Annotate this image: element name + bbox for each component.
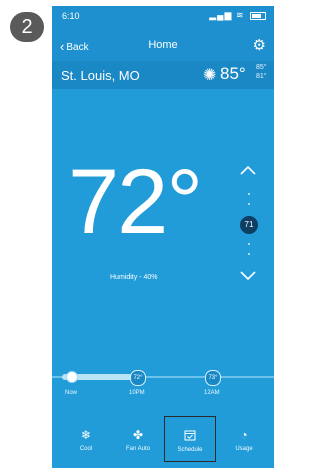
fan-icon: ✤ — [132, 428, 144, 442]
sun-icon: ✺ — [203, 67, 217, 84]
signal-icon: ▂▄▆ — [209, 10, 233, 20]
nav-schedule-button[interactable]: Schedule — [164, 416, 216, 462]
calendar-icon — [165, 429, 215, 443]
nav-fan-label: Fan Auto — [125, 446, 151, 452]
gauge-icon: ◔ — [240, 428, 248, 442]
status-time: 6:10 — [62, 11, 80, 21]
timeline-label: 12AM — [204, 390, 220, 396]
nav-cool-button[interactable]: ❄ Cool — [64, 416, 108, 462]
nav-usage-label: Usage — [235, 446, 253, 452]
nav-schedule-label: Schedule — [177, 447, 203, 453]
decrease-temperature-button[interactable] — [239, 268, 257, 286]
nav-usage-button[interactable]: ◔ Usage — [222, 416, 266, 462]
scale-dot — [248, 193, 250, 195]
outside-temperature: 85° — [220, 64, 246, 83]
setpoint-temperature: 72° — [68, 151, 203, 253]
gear-icon[interactable]: ⚙ — [253, 36, 266, 54]
city-name: St. Louis, MO — [61, 68, 140, 83]
scale-dot — [248, 203, 250, 205]
status-icons: ▂▄▆ ≋ — [209, 10, 266, 21]
scale-dot — [248, 243, 250, 245]
wifi-icon: ≋ — [235, 10, 245, 20]
increase-temperature-button[interactable] — [239, 163, 257, 181]
top-bar: 6:10 ▂▄▆ ≋ ‹ Back Home ⚙ — [52, 6, 274, 61]
snowflake-icon: ❄ — [80, 428, 92, 442]
battery-icon — [250, 11, 266, 20]
nav-fan-button[interactable]: ✤ Fan Auto — [116, 416, 160, 462]
humidity-readout: Humidity - 40% — [110, 274, 158, 281]
chevron-down-icon — [240, 271, 256, 281]
phone-screen: 6:10 ▂▄▆ ≋ ‹ Back Home ⚙ St. Louis, MO ✺ … — [52, 6, 274, 468]
step-badge: 2 — [10, 12, 44, 42]
chevron-up-icon — [240, 165, 256, 175]
nav-cool-label: Cool — [79, 446, 93, 452]
now-marker — [66, 371, 78, 383]
low-temperature: 81° — [256, 73, 267, 80]
timeline-setpoint-badge: 72° — [130, 370, 146, 386]
timeline-label: 10PM — [129, 390, 145, 396]
timeline-label: Now — [65, 390, 78, 396]
location-bar: St. Louis, MO ✺ 85° 85° 81° — [52, 61, 274, 89]
page-title: Home — [148, 39, 178, 51]
schedule-timeline[interactable]: 72° 73° Now 10PM 12AM — [52, 366, 274, 406]
timeline-setpoint-badge: 73° — [205, 370, 221, 386]
current-temperature-badge: 71 — [240, 216, 258, 234]
scale-dot — [248, 253, 250, 255]
bottom-navigation: ❄ Cool ✤ Fan Auto Schedule ◔ Usage — [52, 416, 274, 468]
high-temperature: 85° — [256, 64, 267, 71]
